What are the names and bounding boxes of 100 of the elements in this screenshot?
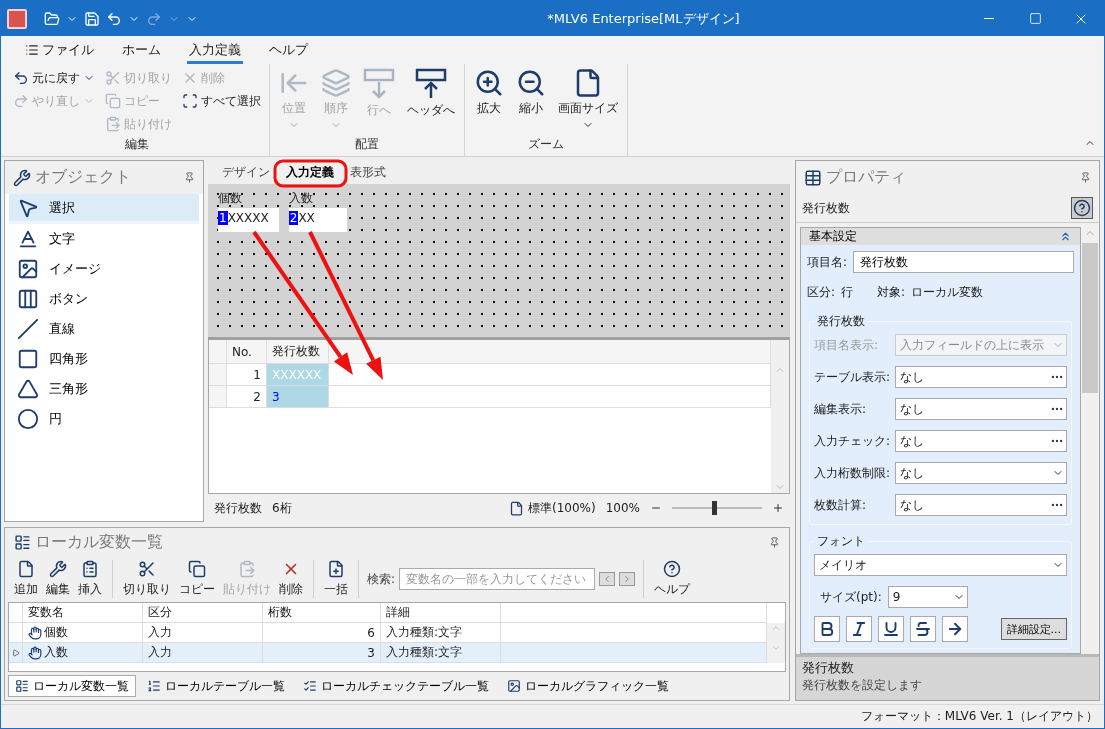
field-value: 行 [841, 283, 854, 301]
panel-tab[interactable]: ローカル変数一覧 [8, 675, 136, 697]
panel-tab[interactable]: ローカルチェックテーブル一覧 [296, 675, 496, 697]
toolbar-button[interactable]: 追加 [12, 560, 40, 598]
menu-tab[interactable]: ホーム [120, 36, 163, 64]
folder-icon [44, 10, 60, 27]
text-style-button[interactable] [814, 616, 840, 642]
help-button[interactable]: ヘルプ [652, 560, 693, 598]
numbered-list-icon [147, 679, 161, 693]
page-icon [509, 500, 524, 516]
description-title: 発行枚数 [802, 659, 855, 677]
list-icon [25, 43, 39, 57]
object-tool-item[interactable]: イメージ [9, 254, 199, 284]
scrollbar[interactable] [767, 623, 785, 643]
toolbar-button[interactable]: コピー [177, 560, 217, 598]
scrollbar[interactable] [771, 408, 789, 493]
designer-tab[interactable]: デザイン [214, 160, 278, 184]
toolbar-button[interactable]: 挿入 [76, 560, 104, 598]
clipboard-icon [81, 560, 99, 578]
table-cell: 入力 [143, 643, 263, 663]
canvas-field-label: 個数 [218, 190, 243, 207]
field-label: テーブル表示: [814, 368, 892, 386]
canvas-input-field[interactable]: 1XXXXX [218, 208, 279, 232]
panel-title: オブジェクト [35, 167, 132, 188]
field-label: 項目名: [807, 253, 848, 271]
toolbar-button[interactable]: 編集 [44, 560, 72, 598]
menu-tab[interactable]: 入力定義 [187, 36, 243, 64]
toolbar-button[interactable]: 切り取り [121, 560, 173, 598]
text-style-button[interactable] [846, 616, 872, 642]
panel-tab[interactable]: ローカルグラフィック一覧 [500, 675, 676, 697]
ribbon-button[interactable]: 縮小 [513, 64, 549, 136]
ribbon-button[interactable]: 元に戻す [11, 67, 97, 89]
object-tool-item[interactable]: 三角形 [9, 374, 199, 404]
dialog-field[interactable]: なし [895, 494, 1067, 516]
dialog-field[interactable]: なし [895, 398, 1067, 420]
next-button[interactable] [619, 572, 636, 586]
object-tool-item[interactable]: 文字 [9, 224, 199, 254]
item-name-field[interactable]: 発行枚数 [853, 251, 1074, 273]
field-label: 枚数計算: [814, 496, 868, 514]
page-plus-icon [327, 560, 345, 578]
dialog-field[interactable]: なし [895, 366, 1067, 388]
details-button[interactable]: 詳細設定... [1000, 618, 1067, 640]
dialog-field[interactable]: なし [895, 430, 1067, 452]
section-header[interactable]: 基本設定 [801, 228, 1080, 245]
previous-button[interactable] [599, 572, 616, 586]
help-button[interactable] [1071, 197, 1093, 219]
canvas-input-field[interactable]: 2XX [288, 208, 347, 232]
slider-thumb[interactable] [712, 501, 718, 515]
table-cell: 入力種類:文字 [381, 643, 501, 663]
panel-tab[interactable]: ローカルテーブル一覧 [140, 675, 292, 697]
list-icon [14, 533, 31, 551]
scrollbar[interactable] [771, 340, 789, 364]
redo-icon [146, 10, 162, 27]
search-field[interactable]: 変数名の一部を入力してください [399, 568, 596, 590]
maximize-icon [1028, 12, 1042, 25]
text-direction-icon [946, 620, 964, 638]
ribbon-button[interactable]: 画面サイズ [555, 64, 621, 136]
button-shape-icon [17, 288, 39, 310]
ribbon-group-label: 配置 [354, 136, 380, 153]
table-cell: XXXXXX [267, 364, 329, 386]
ribbon-button[interactable]: ヘッダへ [404, 64, 458, 136]
help-icon [663, 560, 682, 578]
undo-icon [13, 70, 29, 86]
table-row[interactable]: 個数 入力 6 入力種類:文字 [9, 623, 785, 643]
text-style-button[interactable] [878, 616, 904, 642]
field-label: サイズ(pt): [820, 588, 882, 606]
object-tool-item[interactable]: ボタン [9, 284, 199, 314]
scrollbar[interactable] [767, 643, 785, 663]
designer-tab[interactable]: 入力定義 [278, 160, 342, 184]
toolbar-button[interactable]: 一括 [322, 560, 350, 598]
text-style-button[interactable] [942, 616, 968, 642]
square-icon [17, 348, 39, 370]
clipboard-icon [105, 116, 121, 132]
toolbar-button[interactable]: 削除 [277, 560, 305, 598]
field-label: 対象: [877, 283, 906, 301]
ribbon-button[interactable]: すべて選択 [180, 90, 263, 112]
app-logo-icon [7, 8, 27, 29]
designer-tab[interactable]: 表形式 [342, 160, 394, 184]
size-dropdown[interactable]: 9 [887, 586, 968, 608]
menu-tab[interactable]: ファイル [23, 36, 96, 64]
group-title: 発行枚数 [816, 313, 866, 330]
line-icon [17, 318, 39, 340]
object-tool-item[interactable]: 四角形 [9, 344, 199, 374]
circle-icon [17, 408, 39, 430]
object-tool-item[interactable]: 選択 [9, 194, 199, 224]
canvas-field-label: 入数 [288, 190, 314, 207]
object-tool-item[interactable]: 直線 [9, 314, 199, 344]
ribbon-button[interactable]: 拡大 [471, 64, 507, 136]
table-row[interactable]: 入数 入力 3 入力種類:文字 [9, 643, 785, 663]
dropdown-field[interactable]: なし [895, 462, 1067, 484]
font-dropdown[interactable]: メイリオ [814, 554, 1067, 576]
zoom-percent-text: 100% [605, 501, 640, 515]
object-tool-item[interactable]: 円 [9, 404, 199, 434]
field-label: 編集表示: [814, 400, 868, 418]
menu-tab[interactable]: ヘルプ [267, 36, 310, 64]
window-title: *MLV6 Enterprise[MLデザイン] [546, 9, 741, 28]
help-icon [1073, 199, 1091, 217]
zoom-mode-text: 標準(100%) [528, 499, 596, 517]
text-style-button[interactable] [910, 616, 936, 642]
table-cell: 2 [227, 386, 267, 408]
